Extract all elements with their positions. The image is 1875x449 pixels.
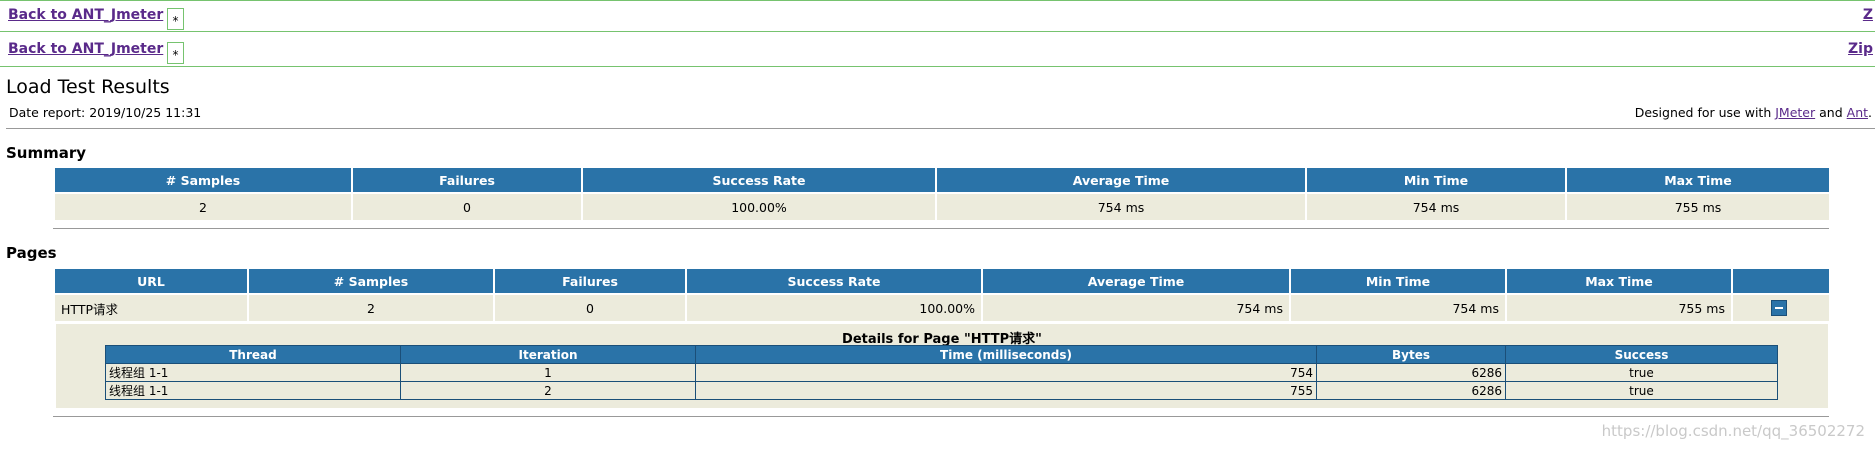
pages-col-failures: Failures [495,269,685,293]
details-table: Thread Iteration Time (milliseconds) Byt… [105,345,1778,400]
details-row: 线程组 1-1 1 754 6286 true [105,363,1778,382]
and-text: and [1819,105,1843,120]
divider-top [6,128,1875,129]
designed-for: Designed for use with JMeter and Ant. [1635,105,1872,120]
page-samples: 2 [249,295,493,321]
summary-average-time: 754 ms [937,194,1305,220]
zip-link-2[interactable]: Zip [1848,41,1873,57]
summary-min-time: 754 ms [1307,194,1565,220]
summary-data-row: 2 0 100.00% 754 ms 754 ms 755 ms [55,194,1829,220]
detail-bytes: 6286 [1316,381,1506,400]
details-col-iteration: Iteration [400,345,696,364]
detail-time: 755 [695,381,1317,400]
pages-col-min-time: Min Time [1291,269,1505,293]
page-details-panel: Details for Page "HTTP请求" Thread Iterati… [56,324,1828,408]
pages-col-url: URL [55,269,247,293]
asterisk-box-2: * [167,42,184,64]
page-toggle-cell [1733,295,1829,321]
pages-col-max-time: Max Time [1507,269,1731,293]
ant-link[interactable]: Ant [1847,105,1868,120]
detail-thread: 线程组 1-1 [105,363,401,382]
page-min-time: 754 ms [1291,295,1505,321]
pages-table: URL # Samples Failures Success Rate Aver… [53,267,1831,323]
summary-col-failures: Failures [353,168,581,192]
detail-iteration: 1 [400,363,696,382]
detail-success: true [1505,363,1778,382]
summary-samples: 2 [55,194,351,220]
back-to-ant-link-2[interactable]: Back to ANT_Jmeter [8,41,163,57]
pages-col-success-rate: Success Rate [687,269,981,293]
summary-success-rate: 100.00% [583,194,935,220]
back-to-ant-link[interactable]: Back to ANT_Jmeter [8,7,163,23]
nav-bar-second: Back to ANT_Jmeter * Zip [0,35,1875,67]
page-max-time: 755 ms [1507,295,1731,321]
details-col-time: Time (milliseconds) [695,345,1317,364]
jmeter-link[interactable]: JMeter [1775,105,1815,120]
detail-time: 754 [695,363,1317,382]
summary-heading: Summary [6,144,87,162]
detail-iteration: 2 [400,381,696,400]
summary-col-min-time: Min Time [1307,168,1565,192]
designed-prefix: Designed for use with [1634,105,1772,120]
summary-header-row: # Samples Failures Success Rate Average … [55,168,1829,192]
page-success-rate: 100.00% [687,295,981,321]
page-failures: 0 [495,295,685,321]
details-header-row: Thread Iteration Time (milliseconds) Byt… [105,345,1778,364]
summary-table: # Samples Failures Success Rate Average … [53,166,1831,222]
collapse-details-icon[interactable] [1771,300,1787,317]
pages-header-row: URL # Samples Failures Success Rate Aver… [55,269,1829,293]
divider-summary [53,228,1829,229]
asterisk-box: * [167,8,184,30]
summary-col-success-rate: Success Rate [583,168,935,192]
pages-col-average-time: Average Time [983,269,1289,293]
summary-col-max-time: Max Time [1567,168,1829,192]
pages-col-samples: # Samples [249,269,493,293]
summary-col-samples: # Samples [55,168,351,192]
detail-thread: 线程组 1-1 [105,381,401,400]
page-title: Load Test Results [6,76,170,98]
divider-pages [53,416,1829,417]
nav-bar-top: Back to ANT_Jmeter * Z [0,0,1875,32]
pages-data-row: HTTP请求 2 0 100.00% 754 ms 754 ms 755 ms [55,295,1829,321]
date-report: Date report: 2019/10/25 11:31 [9,105,202,120]
watermark-text: https://blog.csdn.net/qq_36502272 [1601,422,1865,440]
page-url: HTTP请求 [55,295,247,321]
details-col-thread: Thread [105,345,401,364]
details-col-bytes: Bytes [1316,345,1506,364]
details-col-success: Success [1505,345,1778,364]
summary-max-time: 755 ms [1567,194,1829,220]
detail-success: true [1505,381,1778,400]
pages-col-toggle [1733,269,1829,293]
period: . [1868,105,1872,120]
summary-failures: 0 [353,194,581,220]
details-row: 线程组 1-1 2 755 6286 true [105,381,1778,400]
zip-link[interactable]: Z [1863,7,1873,23]
page-average-time: 754 ms [983,295,1289,321]
pages-heading: Pages [6,244,57,262]
detail-bytes: 6286 [1316,363,1506,382]
summary-col-average-time: Average Time [937,168,1305,192]
